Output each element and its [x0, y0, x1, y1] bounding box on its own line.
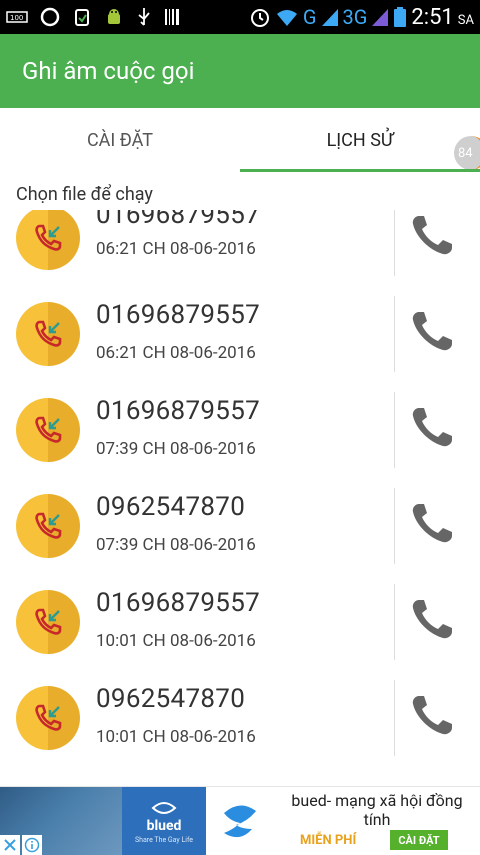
row-divider: [394, 296, 395, 372]
blued-logo-icon: [151, 802, 177, 814]
incoming-call-avatar: [16, 686, 80, 750]
record-time: 06:21 CH 08-06-2016: [96, 239, 256, 259]
phone-number: 01696879557: [96, 300, 261, 330]
phone-icon: [412, 600, 452, 639]
incoming-call-icon: [35, 224, 62, 251]
record-time: 10:01 CH 08-06-2016: [96, 727, 256, 747]
incoming-call-avatar: [16, 210, 80, 270]
ad-free-label: MIỄN PHÍ: [300, 833, 357, 848]
incoming-call-icon: [35, 608, 62, 635]
incoming-call-avatar: [16, 302, 80, 366]
incoming-call-avatar: [16, 494, 80, 558]
ad-app-icon: [206, 787, 274, 855]
phone-number: 0962547870: [96, 492, 246, 522]
usb-icon: [136, 7, 152, 27]
phone-icon: [412, 216, 452, 255]
network-type-3g: 3G: [342, 5, 368, 29]
app-title: Ghi âm cuộc gọi: [22, 57, 195, 85]
list-item[interactable]: 01696879557 10:01 CH 08-06-2016: [0, 574, 480, 670]
phone-icon: [412, 504, 452, 543]
ad-title: bued- mạng xã hội đồng tính: [291, 791, 463, 829]
phone-number: 01696879557: [96, 588, 261, 618]
list-item[interactable]: 01696879557 07:39 CH 08-06-2016: [0, 382, 480, 478]
incoming-call-icon: [35, 320, 62, 347]
recording-list: 01696879557 06:21 CH 08-06-2016 01696879…: [0, 210, 480, 785]
incoming-call-icon: [35, 704, 62, 731]
app-bar: Ghi âm cuộc gọi: [0, 34, 480, 108]
call-button[interactable]: [404, 304, 460, 360]
phone-icon: [412, 408, 452, 447]
status-bar: 100 G 3G 2:51 SA: [0, 0, 480, 34]
storage-icon: 100: [6, 9, 28, 25]
tab-history-label: LỊCH SỬ: [326, 129, 394, 151]
incoming-call-avatar: [16, 398, 80, 462]
clock: 2:51: [411, 4, 454, 30]
svg-text:100: 100: [10, 14, 23, 22]
row-divider: [394, 584, 395, 660]
signal-icon-2: [371, 7, 389, 27]
call-button[interactable]: [404, 210, 460, 264]
ad-tagline: Share The Gay Life: [134, 836, 194, 844]
ad-brand-panel: blued Share The Gay Life: [122, 787, 206, 855]
tab-settings-label: CÀI ĐẶT: [86, 129, 154, 151]
list-item[interactable]: 0962547870 10:01 CH 08-06-2016: [0, 670, 480, 766]
tab-settings[interactable]: CÀI ĐẶT: [0, 108, 240, 172]
incoming-call-icon: [35, 416, 62, 443]
list-item[interactable]: 01696879557 06:21 CH 08-06-2016: [0, 286, 480, 382]
ad-banner[interactable]: blued Share The Gay Life bued- mạng xã h…: [0, 786, 480, 855]
network-type-g: G: [302, 5, 317, 29]
floating-badge[interactable]: 84: [454, 136, 480, 170]
record-time: 07:39 CH 08-06-2016: [96, 535, 256, 555]
ad-brand-name: blued: [146, 818, 182, 834]
incoming-call-icon: [35, 512, 62, 539]
ad-install-button[interactable]: CÀI ĐẶT: [390, 830, 448, 850]
call-button[interactable]: [404, 688, 460, 744]
row-divider: [394, 488, 395, 564]
battery-icon: [393, 6, 407, 28]
record-time: 07:39 CH 08-06-2016: [96, 439, 256, 459]
phone-number: 01696879557: [96, 210, 261, 230]
phone-icon: [412, 696, 452, 735]
list-item[interactable]: 0962547870 07:39 CH 08-06-2016: [0, 478, 480, 574]
ampm-label: SA: [457, 12, 474, 28]
barcode-icon: [164, 7, 180, 27]
phone-icon: [412, 312, 452, 351]
record-time: 06:21 CH 08-06-2016: [96, 343, 256, 363]
alarm-icon: [249, 6, 271, 28]
row-divider: [394, 210, 395, 276]
call-button[interactable]: [404, 400, 460, 456]
phone-number: 0962547870: [96, 684, 246, 714]
ad-info-icon[interactable]: [22, 835, 42, 855]
battery-saver-icon: [72, 7, 92, 27]
circle-icon: [40, 7, 60, 27]
list-item[interactable]: 01696879557 06:21 CH 08-06-2016: [0, 210, 480, 286]
row-divider: [394, 392, 395, 468]
call-button[interactable]: [404, 496, 460, 552]
signal-icon: [321, 7, 339, 27]
record-time: 10:01 CH 08-06-2016: [96, 631, 256, 651]
incoming-call-avatar: [16, 590, 80, 654]
ad-close-icon[interactable]: [0, 835, 20, 855]
tab-bar: CÀI ĐẶT LỊCH SỬ 84: [0, 108, 480, 172]
wifi-icon: [275, 7, 299, 27]
section-title: Chọn file để chạy: [16, 184, 153, 205]
android-debug-icon: [104, 7, 124, 27]
call-button[interactable]: [404, 592, 460, 648]
phone-number: 01696879557: [96, 396, 261, 426]
tab-history[interactable]: LỊCH SỬ 84: [240, 108, 480, 172]
row-divider: [394, 680, 395, 756]
